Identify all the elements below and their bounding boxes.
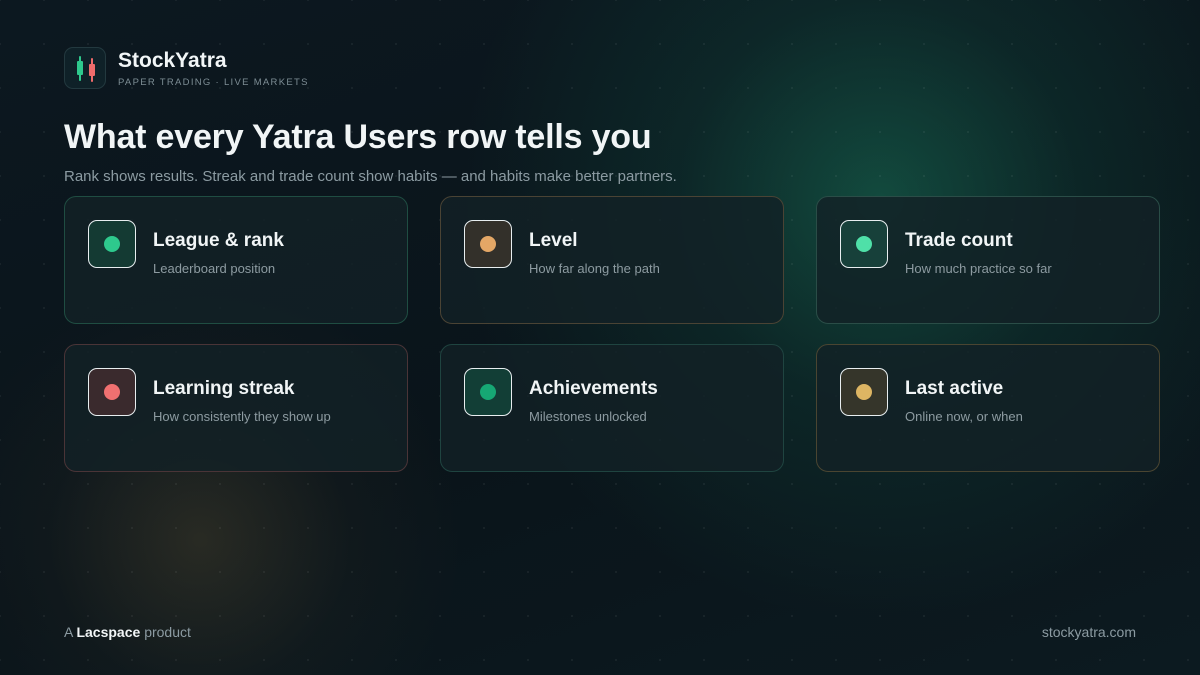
footer-prefix: A — [64, 624, 73, 640]
footer-credit: A Lacspace product — [64, 624, 191, 640]
brand-header: StockYatra PAPER TRADING · LIVE MARKETS — [64, 47, 309, 89]
card-label: League & rank — [153, 230, 284, 251]
dot-icon — [88, 368, 136, 416]
card-label: Trade count — [905, 230, 1013, 251]
footer-company: Lacspace — [76, 624, 141, 640]
status-dot — [480, 236, 496, 252]
card-description: Online now, or when — [905, 409, 1023, 424]
slide: StockYatra PAPER TRADING · LIVE MARKETS … — [0, 0, 1200, 675]
card-description: How far along the path — [529, 261, 660, 276]
status-dot — [480, 384, 496, 400]
status-dot — [856, 236, 872, 252]
card-label: Last active — [905, 378, 1004, 399]
brand-tagline: PAPER TRADING · LIVE MARKETS — [118, 76, 309, 88]
brand-text: StockYatra PAPER TRADING · LIVE MARKETS — [118, 49, 309, 88]
status-dot — [856, 384, 872, 400]
footer-suffix: product — [144, 624, 191, 640]
brand-name: StockYatra — [118, 48, 227, 72]
status-dot — [104, 236, 120, 252]
card-label: Learning streak — [153, 378, 295, 399]
dot-icon — [464, 220, 512, 268]
candlestick-icon — [64, 47, 106, 89]
card-description: How much practice so far — [905, 261, 1052, 276]
status-dot — [104, 384, 120, 400]
dot-icon — [840, 368, 888, 416]
card-description: Leaderboard position — [153, 261, 276, 276]
card-description: How consistently they show up — [153, 409, 331, 424]
card-label: Achievements — [529, 378, 658, 399]
card-trade-count: Trade count How much practice so far — [816, 196, 1160, 324]
card-learning-streak: Learning streak How consistently they sh… — [64, 344, 408, 472]
card-league-rank: League & rank Leaderboard position — [64, 196, 408, 324]
card-label: Level — [529, 230, 578, 251]
page-title: What every Yatra Users row tells you — [64, 118, 652, 156]
footer-url[interactable]: stockyatra.com — [1042, 624, 1136, 640]
dot-icon — [464, 368, 512, 416]
card-achievements: Achievements Milestones unlocked — [440, 344, 784, 472]
page-subtitle: Rank shows results. Streak and trade cou… — [64, 168, 677, 185]
card-description: Milestones unlocked — [529, 409, 647, 424]
card-last-active: Last active Online now, or when — [816, 344, 1160, 472]
dot-icon — [840, 220, 888, 268]
card-level: Level How far along the path — [440, 196, 784, 324]
dot-icon — [88, 220, 136, 268]
